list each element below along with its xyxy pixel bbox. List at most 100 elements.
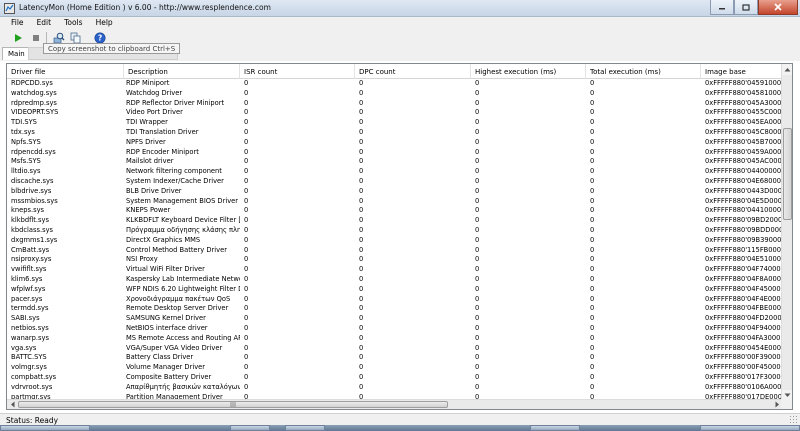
table-row[interactable]: lltdio.sys Network filtering component 0 0 0… [7,167,782,177]
table-row[interactable]: BATTC.SYS Battery Class Driver 0 0 0 0 0xFFFFF… [7,353,782,363]
column-header-dpc-count[interactable]: DPC count [355,64,471,79]
close-button[interactable] [758,0,798,15]
table-row[interactable]: tdx.sys TDI Translation Driver 0 0 0 0 0xFFFFF… [7,128,782,138]
cell-driver-file: vdrvroot.sys [11,382,53,391]
column-header-isr-count[interactable]: ISR count [240,64,355,79]
cell-driver-file: kneps.sys [11,206,45,215]
menu-file[interactable]: File [0,17,28,29]
table-row[interactable]: rdpencdd.sys RDP Encoder Miniport 0 0 0 0 0xFF… [7,148,782,158]
taskbar-item[interactable] [530,425,580,431]
table-row[interactable]: netbios.sys NetBIOS interface driver 0 0 0 0 0… [7,324,782,334]
cell-dpc-count: 0 [359,343,364,352]
cell-total-execution: 0 [590,274,595,283]
stop-button[interactable] [29,31,43,45]
minimize-button[interactable] [710,0,734,15]
taskbar-tray [700,425,800,431]
table-row[interactable]: Npfs.SYS NPFS Driver 0 0 0 0 0xFFFFF880'045B70… [7,138,782,148]
table-row[interactable]: RDPCDD.sys RDP Miniport 0 0 0 0 0xFFFFF880'045… [7,79,782,89]
table-row[interactable]: dxgmms1.sys DirectX Graphics MMS 0 0 0 0 0xFFF… [7,236,782,246]
taskbar-item[interactable] [230,425,270,431]
scroll-left-button[interactable] [7,400,17,409]
table-row[interactable]: Msfs.SYS Mailslot driver 0 0 0 0 0xFFFFF880'04… [7,157,782,167]
table-row[interactable]: klim6.sys Kaspersky Lab Intermediate Netw… [7,275,782,285]
cell-description: Kaspersky Lab Intermediate Networ... [126,274,240,283]
column-header-image-base[interactable]: Image base [701,64,782,79]
table-row[interactable]: TDI.SYS TDI Wrapper 0 0 0 0 0xFFFFF880'045EA00… [7,118,782,128]
cell-dpc-count: 0 [359,314,364,323]
cell-image-base: 0xFFFFF880'04410000 [705,206,781,215]
cell-dpc-count: 0 [359,294,364,303]
scroll-up-button[interactable] [782,64,792,75]
menu-help[interactable]: Help [87,17,117,29]
table-row[interactable]: klkbdflt.sys KLKBDFLT Keyboard Device Fil… [7,216,782,226]
cell-total-execution: 0 [590,176,595,185]
cell-dpc-count: 0 [359,157,364,166]
cell-isr-count: 0 [244,118,249,127]
table-row[interactable]: kneps.sys KNEPS Power 0 0 0 0 0xFFFFF880'04410… [7,206,782,216]
column-header-total-execution[interactable]: Total execution (ms) [586,64,701,79]
table-row[interactable]: kbdclass.sys Πρόγραμμα οδήγησης κλάσης πλ… [7,226,782,236]
cell-driver-file: watchdog.sys [11,88,57,97]
cell-total-execution: 0 [590,108,595,117]
column-header-description[interactable]: Description [124,64,240,79]
table-row[interactable]: pacer.sys Χρονοδιάγραμμα πακέτων QoS 0 0 0 0 0… [7,295,782,305]
table-row[interactable]: watchdog.sys Watchdog Driver 0 0 0 0 0xFFFFF88… [7,89,782,99]
cell-highest-execution: 0 [475,79,480,87]
column-header-driver-file[interactable]: Driver file [7,64,124,79]
menu-edit[interactable]: Edit [28,17,56,29]
cell-description: KLKBDFLT Keyboard Device Filter [fr... [126,216,240,225]
cell-image-base: 0xFFFFF880'04FBE000 [705,304,781,313]
maximize-button[interactable] [734,0,758,15]
cell-driver-file: discache.sys [11,176,54,185]
cell-isr-count: 0 [244,108,249,117]
cell-total-execution: 0 [590,314,595,323]
table-row[interactable]: wfplwf.sys WFP NDIS 6.20 Lightweight Filt… [7,285,782,295]
cell-dpc-count: 0 [359,235,364,244]
cell-total-execution: 0 [590,363,595,372]
table-row[interactable]: volmgr.sys Volume Manager Driver 0 0 0 0 0xFFF… [7,363,782,373]
cell-image-base: 0xFFFFF880'04F74000 [705,265,781,274]
taskbar-start-button[interactable] [0,425,90,431]
horizontal-scrollbar[interactable] [7,399,782,409]
table-row[interactable]: termdd.sys Remote Desktop Server Driver 0 0… [7,304,782,314]
vertical-scroll-thumb[interactable] [783,128,792,220]
table-row[interactable]: CmBatt.sys Control Method Battery Driver 0… [7,246,782,256]
tab-main[interactable]: Main [2,47,31,60]
column-header-highest-execution[interactable]: Highest execution (ms) [471,64,586,79]
start-button[interactable] [11,31,25,45]
arrow-down-icon [784,393,791,397]
table-row[interactable]: vdrvroot.sys Απαρίθμητής βασικών καταλόγω… [7,383,782,393]
table-row[interactable]: blbdrive.sys BLB Drive Driver 0 0 0 0 0xFFFFF8… [7,187,782,197]
cell-dpc-count: 0 [359,186,364,195]
cell-driver-file: dxgmms1.sys [11,235,58,244]
cell-total-execution: 0 [590,333,595,342]
cell-highest-execution: 0 [475,353,480,362]
cell-driver-file: RDPCDD.sys [11,79,53,87]
table-row[interactable]: vwififlt.sys Virtual WiFi Filter Driver 0 0… [7,265,782,275]
cell-total-execution: 0 [590,186,595,195]
table-row[interactable]: mssmbios.sys System Management BIOS Drive… [7,197,782,207]
cell-driver-file: termdd.sys [11,304,49,313]
vertical-scrollbar[interactable] [781,64,792,401]
cell-image-base: 0xFFFFF880'04E51000 [705,255,781,264]
taskbar-item[interactable] [285,425,325,431]
table-row[interactable]: compbatt.sys Composite Battery Driver 0 0 0 0… [7,373,782,383]
title-bar[interactable]: LatencyMon (Home Edition ) v 6.00 - http… [0,0,800,17]
menu-tools[interactable]: Tools [55,17,86,29]
table-row[interactable]: SABI.sys SAMSUNG Kernel Driver 0 0 0 0 0xFFFFF… [7,314,782,324]
table-row[interactable]: wanarp.sys MS Remote Access and Routing A… [7,334,782,344]
table-row[interactable]: VIDEOPRT.SYS Video Port Driver 0 0 0 0 0xFFFFF… [7,108,782,118]
table-row[interactable]: discache.sys System Indexer/Cache Driver 0… [7,177,782,187]
resize-grip-icon[interactable] [789,415,798,424]
table-row[interactable]: rdpredmp.sys RDP Reflector Driver Minipor… [7,99,782,109]
cell-highest-execution: 0 [475,216,480,225]
cell-driver-file: Npfs.SYS [11,137,41,146]
cell-total-execution: 0 [590,88,595,97]
table-row[interactable]: vga.sys VGA/Super VGA Video Driver 0 0 0 0 0xF… [7,344,782,354]
cell-total-execution: 0 [590,118,595,127]
table-row[interactable]: nsiproxy.sys NSI Proxy 0 0 0 0 0xFFFFF880'04E5… [7,255,782,265]
cell-isr-count: 0 [244,127,249,136]
horizontal-scroll-thumb[interactable] [18,401,448,408]
cell-isr-count: 0 [244,225,249,234]
cell-image-base: 0xFFFFF880'0106A000 [705,382,781,391]
